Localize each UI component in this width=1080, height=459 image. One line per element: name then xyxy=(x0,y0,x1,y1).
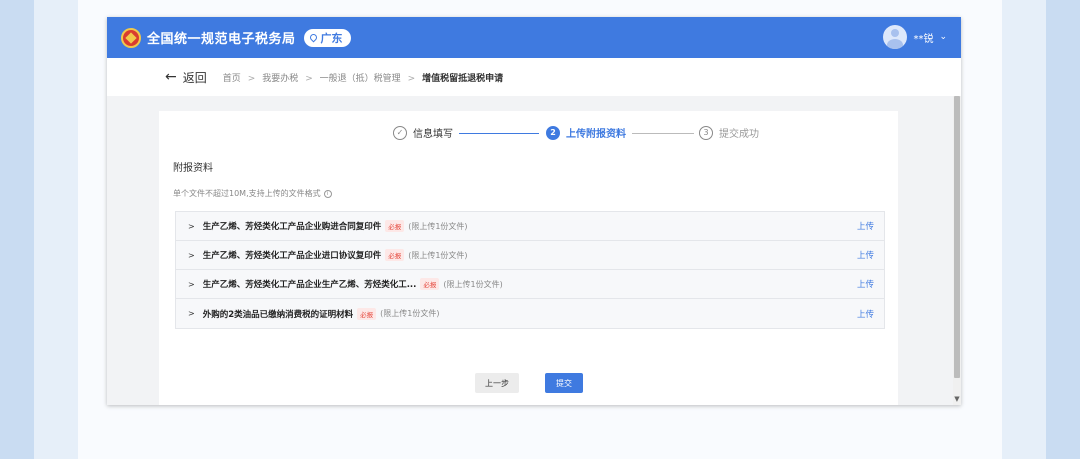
file-name: 生产乙烯、芳烃类化工产品企业进口协议复印件 xyxy=(202,251,382,261)
upload-link[interactable]: 上传 xyxy=(857,308,874,320)
file-name: 生产乙烯、芳烃类化工产品企业购进合同复印件 xyxy=(202,222,382,232)
step-label: 提交成功 xyxy=(719,129,759,140)
step-label: 信息填写 xyxy=(413,129,453,140)
step-number: 3 xyxy=(699,125,713,140)
file-limit: (限上传1份文件) xyxy=(380,309,440,318)
file-limit: (限上传1份文件) xyxy=(408,221,468,231)
step-number: 2 xyxy=(546,125,560,140)
region-selector[interactable]: 广东 xyxy=(303,28,351,47)
scroll-down-icon[interactable]: ▼ xyxy=(953,395,961,403)
step-label: 上传附报资料 xyxy=(566,129,626,140)
file-limit: (限上传1份文件) xyxy=(443,279,503,289)
user-name: **锐 xyxy=(913,33,934,45)
step-info-fill: ✓ 信息填写 xyxy=(393,125,453,140)
list-item[interactable]: > 生产乙烯、芳烃类化工产品企业生产乙烯、芳烃类化工... 必报 (限上传1份文… xyxy=(176,270,884,299)
background-stripe-left xyxy=(0,0,34,459)
breadcrumb-item-refund[interactable]: 一般退（抵）税管理 xyxy=(320,74,401,84)
step-submit-success: 3 提交成功 xyxy=(699,125,759,140)
upload-link[interactable]: 上传 xyxy=(857,220,874,232)
vertical-scrollbar[interactable]: ▼ xyxy=(953,96,961,405)
required-badge: 必报 xyxy=(385,220,405,232)
list-item[interactable]: > 外购的2类油品已缴纳消费税的证明材料 必报 (限上传1份文件) 上传 xyxy=(176,299,884,328)
breadcrumb-separator: > xyxy=(247,73,256,84)
site-title: 全国统一规范电子税务局 xyxy=(147,32,296,47)
info-icon[interactable]: i xyxy=(323,189,332,198)
scrollbar-thumb[interactable] xyxy=(954,96,960,378)
progress-steps: ✓ 信息填写 2 上传附报资料 3 提交成功 xyxy=(159,125,898,141)
background-stripe-left-inner xyxy=(34,0,78,459)
hint-text: 单个文件不超过10M,支持上传的文件格式 xyxy=(173,189,321,198)
breadcrumb-separator: > xyxy=(407,73,416,84)
attachment-list: > 生产乙烯、芳烃类化工产品企业购进合同复印件 必报 (限上传1份文件) 上传 … xyxy=(175,211,885,329)
chevron-right-icon[interactable]: > xyxy=(188,251,195,260)
step-upload: 2 上传附报资料 xyxy=(546,125,626,140)
list-item[interactable]: > 生产乙烯、芳烃类化工产品企业进口协议复印件 必报 (限上传1份文件) 上传 xyxy=(176,241,884,270)
upload-hint: 单个文件不超过10M,支持上传的文件格式 i xyxy=(173,188,332,199)
file-name: 外购的2类油品已缴纳消费税的证明材料 xyxy=(202,309,354,320)
region-label: 广东 xyxy=(320,31,343,45)
arrow-left-icon: ← xyxy=(165,69,177,85)
background-stripe-right xyxy=(1046,0,1080,459)
submit-button[interactable]: 提交 xyxy=(545,373,583,393)
breadcrumb-item-tax[interactable]: 我要办税 xyxy=(262,74,298,84)
tax-emblem-icon xyxy=(121,27,141,48)
list-item[interactable]: > 生产乙烯、芳烃类化工产品企业购进合同复印件 必报 (限上传1份文件) 上传 xyxy=(176,212,884,241)
breadcrumb: 首页 > 我要办税 > 一般退（抵）税管理 > 增值税留抵退税申请 xyxy=(223,71,506,84)
section-title: 附报资料 xyxy=(173,163,213,174)
check-circle-icon: ✓ xyxy=(393,125,407,140)
back-button[interactable]: ← 返回 xyxy=(165,69,207,86)
back-label: 返回 xyxy=(182,70,207,85)
breadcrumb-item-current: 增值税留抵退税申请 xyxy=(422,73,504,84)
chevron-right-icon[interactable]: > xyxy=(188,309,195,318)
top-bar: 全国统一规范电子税务局 广东 **锐 ⌄ xyxy=(107,17,961,58)
user-menu[interactable]: **锐 ⌄ xyxy=(883,25,947,49)
browser-window: 全国统一规范电子税务局 广东 **锐 ⌄ ← 返回 首页 > 我要办税 > 一般退（… xyxy=(107,17,961,405)
file-name: 生产乙烯、芳烃类化工产品企业生产乙烯、芳烃类化工... xyxy=(202,280,417,290)
chevron-right-icon[interactable]: > xyxy=(188,280,195,289)
required-badge: 必报 xyxy=(420,278,440,290)
chevron-down-icon: ⌄ xyxy=(939,32,947,42)
form-card: ✓ 信息填写 2 上传附报资料 3 提交成功 附报资料 单个文件不超过10M,支… xyxy=(159,111,898,405)
breadcrumb-bar: ← 返回 首页 > 我要办税 > 一般退（抵）税管理 > 增值税留抵退税申请 xyxy=(107,58,961,96)
upload-link[interactable]: 上传 xyxy=(857,249,874,261)
avatar xyxy=(883,25,908,49)
step-connector xyxy=(459,133,539,134)
background-stripe-right-inner xyxy=(1002,0,1046,459)
breadcrumb-separator: > xyxy=(305,73,313,84)
upload-link[interactable]: 上传 xyxy=(857,278,874,290)
file-limit: (限上传1份文件) xyxy=(408,250,468,260)
breadcrumb-item-home[interactable]: 首页 xyxy=(223,74,241,84)
required-badge: 必报 xyxy=(385,249,405,261)
required-badge: 必报 xyxy=(357,307,377,320)
prev-step-button[interactable]: 上一步 xyxy=(475,373,519,393)
step-connector xyxy=(632,133,694,134)
location-pin-icon xyxy=(308,32,318,43)
chevron-right-icon[interactable]: > xyxy=(188,222,195,231)
